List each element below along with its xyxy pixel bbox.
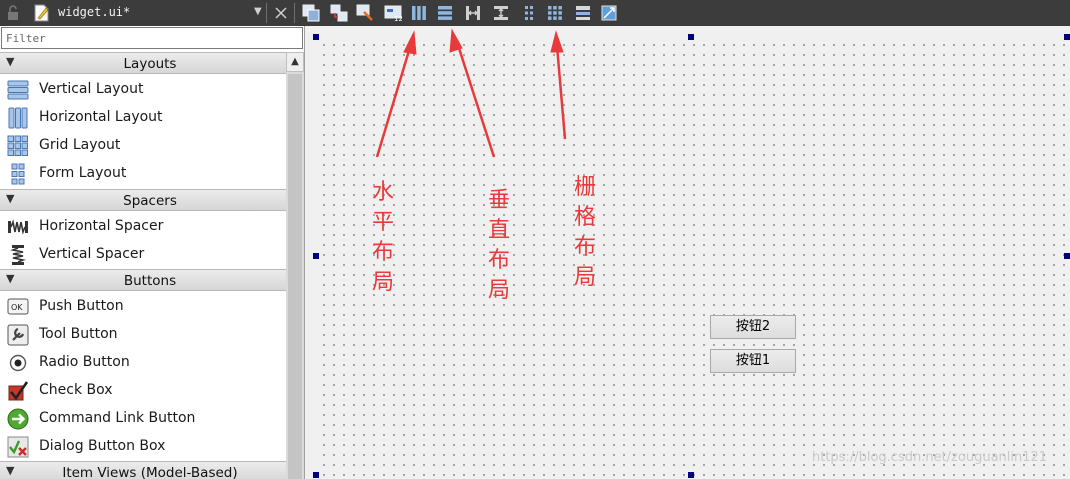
vertical-spacer-icon xyxy=(10,245,26,265)
horizontal-layout-icon[interactable] xyxy=(410,4,428,22)
widget-box: ▼ Layouts Vertical Layout Horizontal Lay… xyxy=(0,26,305,479)
resize-handle[interactable] xyxy=(313,34,319,40)
widget-item-horizontal-layout[interactable]: Horizontal Layout xyxy=(0,103,286,131)
widget-item-label: Horizontal Layout xyxy=(39,109,163,125)
horizontal-layout-icon xyxy=(8,107,28,129)
vertical-layout-icon xyxy=(7,80,29,100)
resize-handle[interactable] xyxy=(1064,34,1070,40)
push-button-icon: OK xyxy=(7,298,29,315)
widget-item-label: Grid Layout xyxy=(39,137,121,153)
widget-item-label: Vertical Spacer xyxy=(39,246,145,262)
category-buttons[interactable]: ▼ Buttons xyxy=(0,269,286,291)
command-link-arrow-icon xyxy=(7,408,29,430)
widget-item-vertical-spacer[interactable]: Vertical Spacer xyxy=(0,240,286,268)
widget-item-vertical-layout[interactable]: Vertical Layout xyxy=(0,75,286,103)
designer-toolbar: widget.ui* ▼ 12 xyxy=(0,0,1070,26)
grid-layout-icon[interactable] xyxy=(546,4,564,22)
toolbar-separator xyxy=(266,3,267,23)
svg-text:OK: OK xyxy=(11,303,23,312)
adjust-size-icon[interactable] xyxy=(600,4,618,22)
resize-handle[interactable] xyxy=(688,34,694,40)
close-icon[interactable] xyxy=(272,4,290,22)
vertical-layout-icon[interactable] xyxy=(436,4,454,22)
scrollbar-thumb[interactable] xyxy=(288,74,302,479)
check-box-icon xyxy=(8,381,29,401)
radio-button-icon xyxy=(9,354,27,372)
lock-icon xyxy=(8,5,18,20)
design-canvas: 按钮2 按钮1 xyxy=(305,26,1070,479)
widget-item-label: Form Layout xyxy=(39,165,127,181)
widget-item-grid-layout[interactable]: Grid Layout xyxy=(0,131,286,159)
tool-button-icon xyxy=(7,324,29,346)
category-item-views[interactable]: ▼ Item Views (Model-Based) xyxy=(0,461,286,479)
category-title: Buttons xyxy=(123,273,177,289)
widget-item-radio-button[interactable]: Radio Button xyxy=(0,348,286,376)
form-layout-icon xyxy=(11,163,25,185)
widget-item-dialog-button-box[interactable]: Dialog Button Box xyxy=(0,432,286,460)
chevron-down-icon[interactable]: ▼ xyxy=(254,6,262,17)
widget-item-label: Check Box xyxy=(39,382,113,398)
widget-item-label: Vertical Layout xyxy=(39,81,144,97)
splitter-vertical-icon[interactable] xyxy=(492,4,510,22)
widget-item-command-link-button[interactable]: Command Link Button xyxy=(0,404,286,432)
resize-handle[interactable] xyxy=(1064,253,1070,259)
widget-item-form-layout[interactable]: Form Layout xyxy=(0,159,286,187)
form-layout-icon[interactable] xyxy=(520,4,538,22)
resize-handle[interactable] xyxy=(688,472,694,478)
edit-file-icon xyxy=(34,4,49,22)
category-title: Layouts xyxy=(123,56,177,72)
resize-handle[interactable] xyxy=(313,253,319,259)
scroll-up-icon[interactable]: ▲ xyxy=(286,52,304,72)
category-spacers[interactable]: ▼ Spacers xyxy=(0,189,286,211)
document-title[interactable]: widget.ui* xyxy=(58,5,130,19)
edit-tab-order-icon[interactable]: 12 xyxy=(384,4,402,22)
push-button-1[interactable]: 按钮1 xyxy=(710,349,796,373)
widget-box-scrollbar[interactable]: ▲ xyxy=(286,52,304,479)
break-layout-icon[interactable] xyxy=(574,4,592,22)
widget-item-label: Dialog Button Box xyxy=(39,438,166,454)
edit-buddies-icon[interactable] xyxy=(356,4,374,22)
widget-item-label: Command Link Button xyxy=(39,410,196,426)
widget-list: ▼ Layouts Vertical Layout Horizontal Lay… xyxy=(0,52,286,479)
svg-text:12: 12 xyxy=(394,15,402,22)
horizontal-spacer-icon xyxy=(8,219,28,235)
edit-signals-slots-icon[interactable] xyxy=(330,4,348,22)
category-title: Item Views (Model-Based) xyxy=(62,465,238,479)
widget-item-label: Push Button xyxy=(39,298,124,314)
toolbar-separator xyxy=(294,3,295,23)
category-title: Spacers xyxy=(123,193,177,209)
widget-item-check-box[interactable]: Check Box xyxy=(0,376,286,404)
resize-handle[interactable] xyxy=(313,472,319,478)
dialog-button-box-icon xyxy=(7,436,29,458)
category-layouts[interactable]: ▼ Layouts xyxy=(0,52,286,74)
push-button-2[interactable]: 按钮2 xyxy=(710,315,796,339)
grid-layout-icon xyxy=(7,135,28,156)
watermark-text: https://blog.csdn.net/zouguanlin121 xyxy=(812,450,1048,465)
edit-widgets-icon[interactable] xyxy=(302,4,320,22)
filter-input[interactable] xyxy=(1,27,303,49)
widget-item-label: Tool Button xyxy=(39,326,118,342)
form-widget[interactable]: 按钮2 按钮1 xyxy=(316,37,1066,477)
splitter-horizontal-icon[interactable] xyxy=(464,4,482,22)
widget-item-horizontal-spacer[interactable]: Horizontal Spacer xyxy=(0,212,286,240)
widget-item-push-button[interactable]: OK Push Button xyxy=(0,292,286,320)
widget-item-label: Horizontal Spacer xyxy=(39,218,164,234)
widget-item-tool-button[interactable]: Tool Button xyxy=(0,320,286,348)
widget-item-label: Radio Button xyxy=(39,354,130,370)
